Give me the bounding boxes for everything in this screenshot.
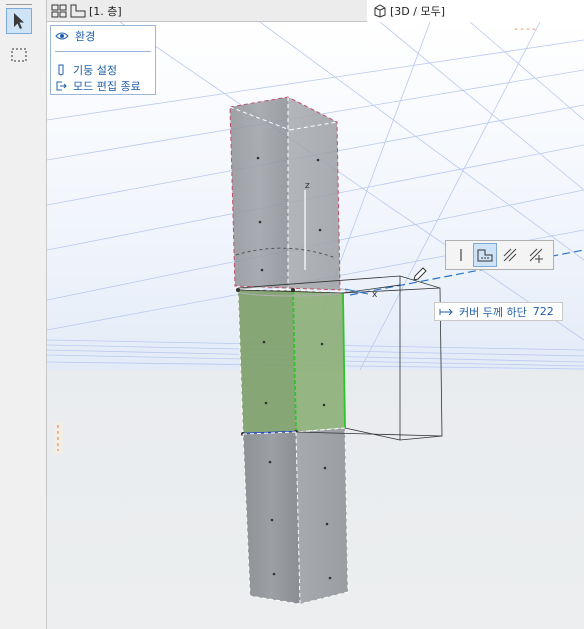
column-icon — [58, 64, 64, 76]
edge-marker — [53, 422, 63, 454]
arrow-tool-button[interactable] — [6, 8, 32, 34]
pet-rotate-button[interactable] — [498, 243, 522, 267]
lower-column[interactable] — [242, 427, 349, 605]
grid-view-icon — [51, 4, 67, 18]
tracker-box[interactable]: 커버 두께 하단 722 — [434, 302, 563, 321]
pencil-icon — [413, 267, 427, 281]
environment-button[interactable]: 환경 — [55, 28, 95, 44]
toolbox — [0, 0, 47, 629]
pet-move-button[interactable] — [524, 243, 548, 267]
exit-edit-mode-label: 모드 편집 종료 — [73, 80, 141, 93]
toolbox-divider — [6, 4, 32, 5]
pet-offset-button[interactable] — [473, 243, 497, 267]
dimension-arrow-icon — [439, 308, 453, 315]
axis-x-label: x — [372, 290, 378, 300]
column-settings-button[interactable]: 기둥 설정 — [55, 62, 117, 78]
exit-icon — [56, 81, 67, 91]
axis-z-label: z — [305, 181, 310, 191]
tracker-label: 커버 두께 하단 — [459, 305, 527, 319]
3d-scene[interactable]: z x — [47, 22, 584, 629]
eye-icon — [55, 32, 69, 40]
env-divider — [55, 51, 151, 52]
selected-column[interactable] — [236, 285, 348, 436]
tracker-value[interactable]: 722 — [533, 305, 554, 318]
environment-label: 환경 — [75, 30, 96, 43]
edge-marker-icon — [57, 425, 59, 451]
move-icon — [529, 248, 543, 263]
pet-line-button[interactable] — [449, 243, 473, 267]
3d-viewport[interactable]: z x — [47, 22, 584, 629]
environment-panel: 환경 기둥 설정 모드 편집 종료 — [50, 25, 156, 95]
marquee-tool-button[interactable] — [6, 42, 32, 68]
tab-3d[interactable]: [3D / 모두] — [367, 0, 584, 22]
offset-icon — [477, 249, 493, 262]
arrow-icon — [14, 13, 24, 29]
upper-column[interactable] — [229, 96, 341, 291]
vertical-line-icon — [460, 249, 462, 261]
marquee-icon — [11, 48, 27, 62]
tab-floor-plan[interactable]: [1. 층] — [51, 0, 122, 22]
pet-palette — [445, 240, 554, 270]
rotate-move-icon — [503, 248, 517, 262]
cube-icon — [374, 4, 386, 18]
floor-plan-icon — [70, 4, 86, 18]
corner-marker: ---- — [513, 24, 538, 35]
tab-bar: [1. 층] [3D / 모두] — [47, 0, 584, 22]
column-settings-label: 기둥 설정 — [73, 64, 117, 77]
tab-3d-label: [3D / 모두] — [390, 5, 445, 18]
exit-edit-mode-button[interactable]: 모드 편집 종료 — [55, 78, 141, 94]
tab-floor-plan-label: [1. 층] — [89, 5, 122, 18]
